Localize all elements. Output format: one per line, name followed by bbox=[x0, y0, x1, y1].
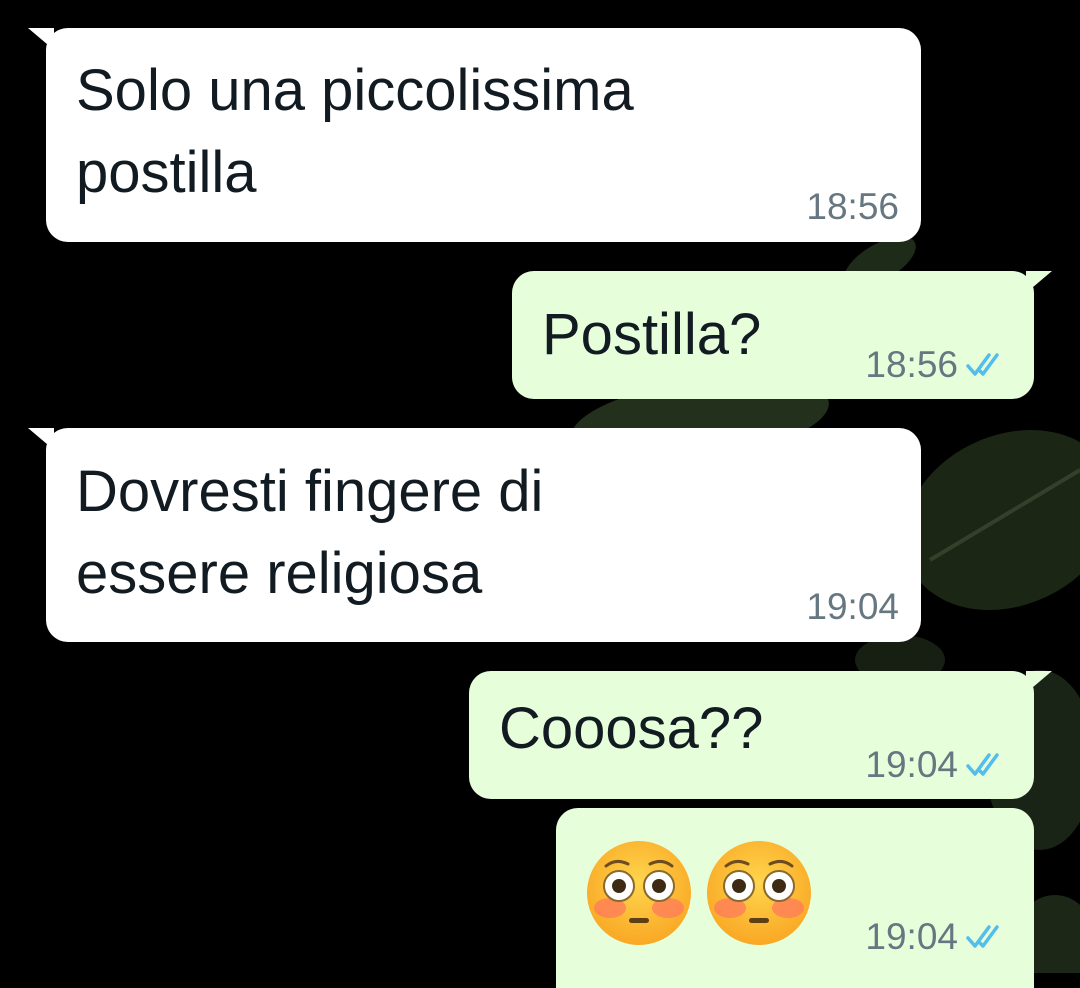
message-bubble-outgoing[interactable]: Cooosa?? 19:04 bbox=[469, 671, 1052, 799]
flushed-face-emoji-icon bbox=[707, 841, 811, 945]
chat-area: Solo una piccolissima postilla 18:56 Pos… bbox=[0, 0, 1080, 988]
message-time: 18:56 bbox=[865, 344, 958, 385]
message-meta: 19:04 bbox=[806, 586, 899, 628]
message-text: Solo una piccolissima postilla bbox=[76, 50, 634, 214]
bubble-tail bbox=[1026, 671, 1052, 693]
message-bubble-outgoing[interactable]: Postilla? 18:56 bbox=[512, 271, 1052, 399]
message-bubble-incoming[interactable]: Dovresti fingere di essere religiosa 19:… bbox=[28, 428, 921, 642]
message-meta: 18:56 bbox=[806, 186, 899, 228]
message-line: Dovresti fingere di essere religiosa bbox=[76, 459, 544, 606]
emoji-message bbox=[584, 838, 814, 948]
message-text: Postilla? bbox=[542, 302, 762, 367]
double-check-icon bbox=[966, 353, 999, 376]
bubble-tail bbox=[28, 428, 54, 450]
message-meta: 19:04 bbox=[865, 744, 1010, 786]
message-text: Dovresti fingere di essere religiosa bbox=[76, 451, 543, 615]
message-bubble-outgoing[interactable]: 19:04 bbox=[556, 808, 1034, 988]
message-line: Solo una piccolissima postilla bbox=[76, 58, 634, 205]
message-time: 18:56 bbox=[806, 186, 899, 227]
double-check-icon bbox=[966, 925, 999, 948]
message-time: 19:04 bbox=[865, 916, 958, 957]
bubble-tail bbox=[28, 28, 54, 50]
flushed-face-emoji-icon bbox=[587, 841, 691, 945]
message-meta: 19:04 bbox=[865, 916, 1010, 958]
message-meta: 18:56 bbox=[865, 344, 1010, 386]
message-time: 19:04 bbox=[806, 586, 899, 627]
message-bubble-incoming[interactable]: Solo una piccolissima postilla 18:56 bbox=[28, 28, 921, 242]
message-text: Cooosa?? bbox=[499, 696, 764, 761]
bubble-tail bbox=[1026, 271, 1052, 293]
message-time: 19:04 bbox=[865, 744, 958, 785]
double-check-icon bbox=[966, 753, 999, 776]
